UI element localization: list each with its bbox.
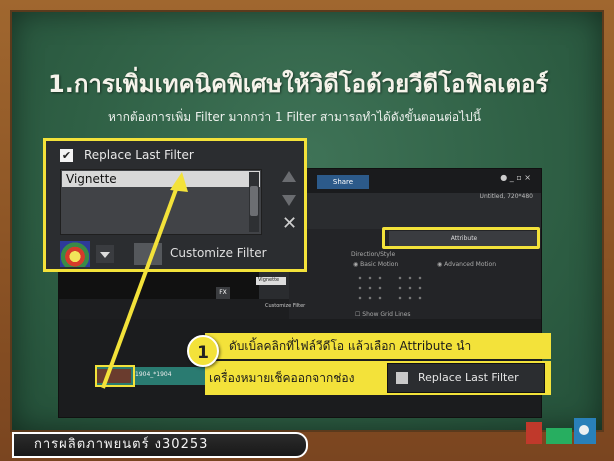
unchecked-box-icon [396, 372, 408, 384]
decoration-icon [526, 418, 596, 444]
customize-filter-label[interactable]: Customize Filter [170, 246, 267, 260]
filter-panel-zoom: ✔ Replace Last Filter Vignette ✕ Customi… [43, 138, 307, 272]
replace-last-filter-checkbox[interactable]: ✔ [60, 149, 73, 162]
scrollbar-thumb[interactable] [250, 186, 258, 216]
grid-lines-checkbox[interactable]: ☐ Show Grid Lines [355, 311, 411, 318]
apple-icon [579, 425, 589, 435]
delete-filter-icon[interactable]: ✕ [282, 213, 297, 234]
step-number-badge: 1 [187, 335, 219, 367]
customize-filter-icon[interactable] [134, 243, 162, 265]
filter-list: Vignette [60, 169, 262, 235]
direction-style-label: Direction/Style [351, 251, 396, 258]
replace-last-filter-label: Replace Last Filter [84, 148, 194, 162]
replace-filter-sample-label: Replace Last Filter [418, 371, 519, 384]
advanced-motion-radio[interactable]: ◉ Advanced Motion [437, 261, 496, 268]
chevron-down-icon [100, 252, 110, 258]
replace-filter-sample: Replace Last Filter [387, 363, 545, 393]
move-up-icon[interactable] [282, 171, 296, 182]
basic-motion-radio[interactable]: ◉ Basic Motion [353, 261, 398, 268]
slide-subtitle: หากต้องการเพิ่ม Filter มากกว่า 1 Filter … [108, 110, 481, 124]
mini-customize-filter[interactable]: Customize Filter [265, 303, 305, 309]
fx-button[interactable]: FX [216, 287, 230, 299]
filter-item-vignette[interactable]: Vignette [62, 171, 260, 187]
instruction-line-1: ดับเบิ้ลคลิกที่ไฟล์วีดีโอ แล้วเลือก Attr… [205, 333, 551, 359]
book-icon [546, 428, 572, 444]
project-title: Untitled, 720*480 [479, 193, 533, 200]
clip-label: 1904_*1904 [135, 371, 172, 378]
window-controls[interactable]: ● _ ▫ × [500, 173, 531, 182]
clip-highlight [95, 365, 135, 387]
mini-filter-item[interactable]: Vignette [256, 277, 286, 285]
slide-title: 1.การเพิ่มเทคนิคพิเศษให้วิดีโอด้วยวีดีโอ… [48, 70, 549, 98]
course-label: การผลิตภาพยนตร์ ง30253 [12, 432, 308, 458]
instruction-callout: ดับเบิ้ลคลิกที่ไฟล์วีดีโอ แล้วเลือก Attr… [205, 333, 551, 399]
tab-share[interactable]: Share [317, 175, 369, 189]
attribute-highlight [382, 227, 540, 249]
direction-grid[interactable] [355, 273, 385, 303]
move-down-icon[interactable] [282, 195, 296, 206]
filter-preset-thumbnail[interactable] [60, 241, 90, 267]
book-icon [526, 422, 542, 444]
style-grid[interactable] [395, 273, 425, 303]
